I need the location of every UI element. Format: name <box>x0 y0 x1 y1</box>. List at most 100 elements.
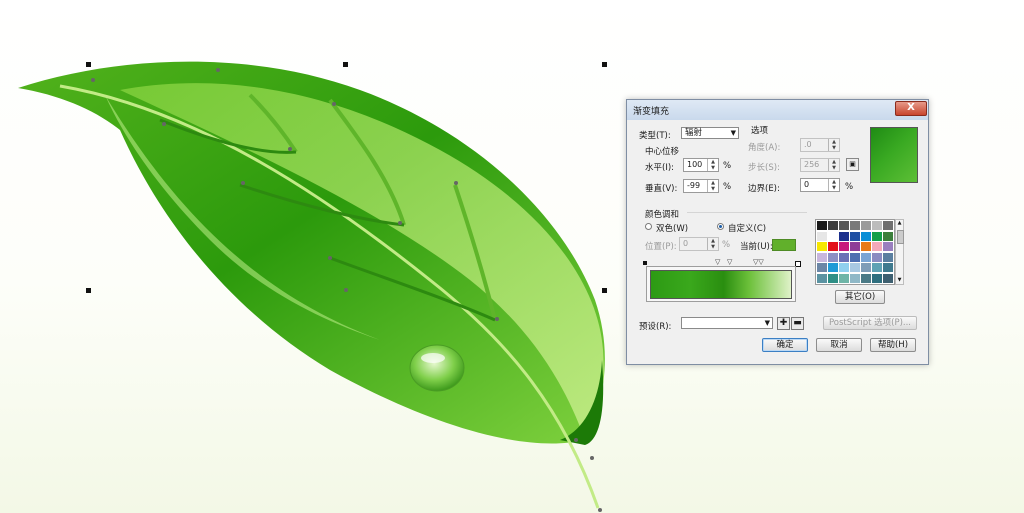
position-value: 0 <box>683 239 689 248</box>
palette-swatch[interactable] <box>872 273 883 284</box>
spinner-arrows-icon[interactable]: ▲ ▼ <box>707 180 718 192</box>
palette-swatch[interactable] <box>850 263 861 273</box>
custom-label: 自定义(C) <box>728 224 767 234</box>
palette-swatch[interactable] <box>828 221 839 231</box>
steps-value: 256 <box>804 160 820 169</box>
steps-label: 步长(S): <box>748 163 780 173</box>
palette-swatch[interactable] <box>828 263 839 273</box>
color-blend-heading: 颜色调和 <box>645 210 680 220</box>
selection-handle-middle-right[interactable] <box>602 288 607 293</box>
palette-swatch[interactable] <box>872 231 883 242</box>
palette-swatch[interactable] <box>883 242 894 252</box>
scroll-down-icon[interactable]: ▼ <box>896 277 903 283</box>
palette-swatch[interactable] <box>861 252 872 263</box>
custom-radio[interactable] <box>717 223 724 230</box>
palette-swatch[interactable] <box>850 242 861 252</box>
palette-swatch[interactable] <box>817 263 828 273</box>
palette-swatch[interactable] <box>861 221 872 231</box>
selection-handle-top-left[interactable] <box>86 62 91 67</box>
chevron-down-icon: ▼ <box>764 319 770 327</box>
gradient-start-marker[interactable] <box>643 261 647 265</box>
options-heading: 选项 <box>751 126 769 136</box>
palette-swatch[interactable] <box>828 242 839 252</box>
two-color-radio[interactable] <box>645 223 652 230</box>
edge-pad-value: 0 <box>804 180 810 189</box>
type-label: 类型(T): <box>639 131 671 141</box>
horizontal-unit: % <box>723 161 732 171</box>
palette-swatch[interactable] <box>850 273 861 284</box>
color-stop-triangle-icon[interactable]: ▽ <box>715 258 720 266</box>
selection-handle-top-center[interactable] <box>343 62 348 67</box>
palette-swatch[interactable] <box>839 242 850 252</box>
current-color-swatch[interactable] <box>772 239 796 251</box>
spinner-arrows-icon: ▲ ▼ <box>828 159 839 171</box>
spinner-arrows-icon[interactable]: ▲ ▼ <box>707 159 718 171</box>
horizontal-spinner[interactable]: 100 ▲ ▼ <box>683 158 719 172</box>
other-colors-button[interactable]: 其它(O) <box>835 290 885 304</box>
close-button[interactable]: X <box>895 101 927 116</box>
palette-swatch[interactable] <box>839 231 850 242</box>
palette-swatch[interactable] <box>839 273 850 284</box>
color-palette[interactable] <box>815 219 895 285</box>
palette-swatch[interactable] <box>883 221 894 231</box>
palette-swatch[interactable] <box>839 263 850 273</box>
palette-swatch[interactable] <box>872 263 883 273</box>
scroll-up-icon[interactable]: ▲ <box>896 220 903 226</box>
vertical-value: -99 <box>687 181 701 190</box>
selection-handle-middle-left[interactable] <box>86 288 91 293</box>
selection-handle-top-right[interactable] <box>602 62 607 67</box>
presets-select[interactable]: ▼ <box>681 317 773 329</box>
palette-scrollbar[interactable]: ▲ ▼ <box>895 219 904 285</box>
lock-icon[interactable]: ▣ <box>846 158 859 171</box>
group-divider <box>687 212 807 213</box>
ok-button[interactable]: 确定 <box>762 338 808 352</box>
palette-swatch[interactable] <box>839 221 850 231</box>
spinner-arrows-icon[interactable]: ▲ ▼ <box>828 179 839 191</box>
palette-swatch[interactable] <box>817 231 828 242</box>
palette-swatch[interactable] <box>872 252 883 263</box>
palette-swatch[interactable] <box>828 231 839 242</box>
palette-swatch[interactable] <box>817 242 828 252</box>
palette-swatch[interactable] <box>817 252 828 263</box>
palette-swatch[interactable] <box>883 231 894 242</box>
postscript-options-button[interactable]: PostScript 选项(P)... <box>823 316 917 330</box>
add-preset-icon[interactable]: ✚ <box>777 317 790 330</box>
palette-swatch[interactable] <box>861 242 872 252</box>
palette-swatch[interactable] <box>850 221 861 231</box>
cancel-button[interactable]: 取消 <box>816 338 862 352</box>
palette-swatch[interactable] <box>817 273 828 284</box>
palette-swatch[interactable] <box>817 221 828 231</box>
type-select[interactable]: 辐射 ▼ <box>681 127 739 139</box>
current-label: 当前(U): <box>740 242 773 252</box>
two-color-label: 双色(W) <box>656 224 689 234</box>
palette-swatch[interactable] <box>861 273 872 284</box>
presets-label: 预设(R): <box>639 322 672 332</box>
palette-swatch[interactable] <box>828 252 839 263</box>
vertical-spinner[interactable]: -99 ▲ ▼ <box>683 179 719 193</box>
palette-swatch[interactable] <box>883 273 894 284</box>
remove-preset-icon[interactable]: ▬ <box>791 317 804 330</box>
edge-pad-unit: % <box>845 182 854 192</box>
edge-pad-spinner[interactable]: 0 ▲ ▼ <box>800 178 840 192</box>
palette-swatch[interactable] <box>883 263 894 273</box>
palette-swatch[interactable] <box>839 252 850 263</box>
position-unit: % <box>722 240 731 250</box>
angle-spinner: .0 ▲ ▼ <box>800 138 840 152</box>
gradient-bar[interactable] <box>650 270 792 299</box>
palette-swatch[interactable] <box>883 252 894 263</box>
palette-swatch[interactable] <box>850 252 861 263</box>
scroll-thumb[interactable] <box>897 230 904 244</box>
palette-swatch[interactable] <box>861 231 872 242</box>
spinner-arrows-icon: ▲ ▼ <box>707 238 718 250</box>
palette-swatch[interactable] <box>861 263 872 273</box>
color-stop-triangle-icon[interactable]: ▽ <box>727 258 732 266</box>
palette-swatch[interactable] <box>872 221 883 231</box>
palette-swatch[interactable] <box>828 273 839 284</box>
vertical-label: 垂直(V): <box>645 184 678 194</box>
fountain-fill-dialog: 渐变填充 X 类型(T): 辐射 ▼ 中心位移 水平(I): 100 ▲ ▼ % … <box>626 99 929 365</box>
color-stop-triangle-icon[interactable]: ▽▽ <box>753 258 764 266</box>
palette-swatch[interactable] <box>850 231 861 242</box>
help-button[interactable]: 帮助(H) <box>870 338 916 352</box>
palette-swatch[interactable] <box>872 242 883 252</box>
dialog-titlebar[interactable]: 渐变填充 X <box>627 100 928 120</box>
